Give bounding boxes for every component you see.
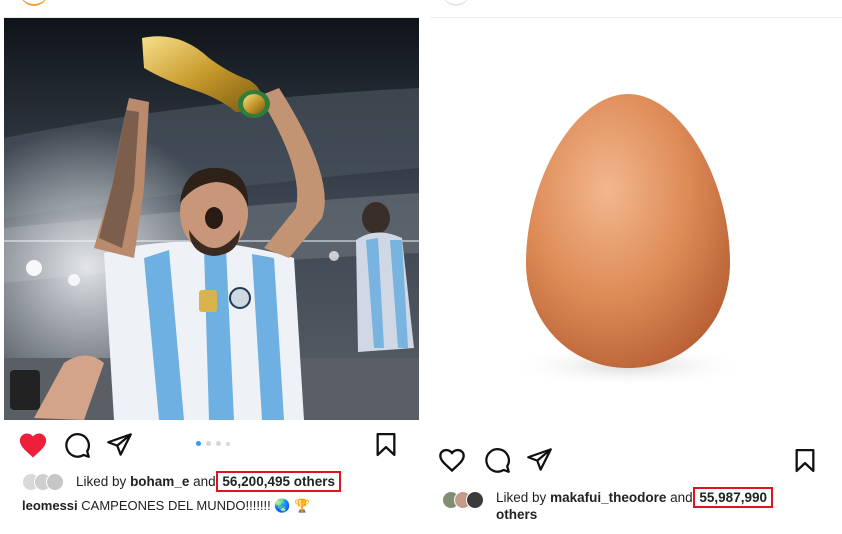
- share-icon[interactable]: [106, 432, 133, 457]
- caption-username[interactable]: leomessi: [22, 498, 78, 513]
- liked-by-and: and: [670, 490, 693, 505]
- profile-avatar[interactable]: [442, 0, 470, 6]
- comment-icon[interactable]: [484, 447, 511, 474]
- liked-by-username[interactable]: makafui_theodore: [550, 490, 666, 505]
- liked-by-and: and: [193, 474, 216, 489]
- carousel-indicator: [196, 441, 230, 446]
- messi-trophy-illustration: [4, 18, 419, 420]
- likes-count[interactable]: 55,987,990: [693, 487, 773, 508]
- heart-icon[interactable]: [18, 431, 48, 459]
- liked-by-avatars[interactable]: [442, 491, 484, 509]
- avatar: [466, 491, 484, 509]
- liked-by-username[interactable]: boham_e: [130, 474, 189, 489]
- likes-summary: Liked by makafui_theodore and 55,987,990…: [496, 487, 836, 523]
- egg-illustration: [508, 94, 748, 388]
- post-photo-messi-trophy[interactable]: [4, 18, 419, 420]
- likes-count[interactable]: 56,200,495 others: [216, 471, 341, 492]
- post-caption: leomessi CAMPEONES DEL MUNDO!!!!!!! 🌏 🏆: [22, 498, 310, 514]
- likes-summary: Liked by boham_e and 56,200,495 others: [76, 471, 341, 492]
- right-post: Liked by makafui_theodore and 55,987,990…: [430, 0, 842, 534]
- liked-by-prefix: Liked by: [76, 474, 127, 489]
- story-avatar-ring[interactable]: [20, 0, 48, 6]
- left-post: Liked by boham_e and 56,200,495 others l…: [0, 0, 420, 534]
- share-icon[interactable]: [526, 447, 553, 472]
- post-photo-egg[interactable]: [430, 18, 842, 421]
- carousel-dot: [206, 441, 211, 446]
- caption-text: CAMPEONES DEL MUNDO!!!!!!! 🌏 🏆: [81, 498, 311, 513]
- bookmark-icon[interactable]: [375, 432, 397, 457]
- carousel-dot: [216, 441, 221, 446]
- avatar: [46, 473, 64, 491]
- carousel-dot: [226, 441, 230, 446]
- heart-icon[interactable]: [438, 447, 466, 473]
- bookmark-icon[interactable]: [794, 448, 816, 473]
- carousel-dot: [196, 441, 201, 446]
- comment-icon[interactable]: [64, 432, 91, 459]
- liked-by-prefix: Liked by: [496, 490, 547, 505]
- likes-suffix[interactable]: others: [496, 507, 537, 522]
- liked-by-avatars[interactable]: [22, 473, 64, 491]
